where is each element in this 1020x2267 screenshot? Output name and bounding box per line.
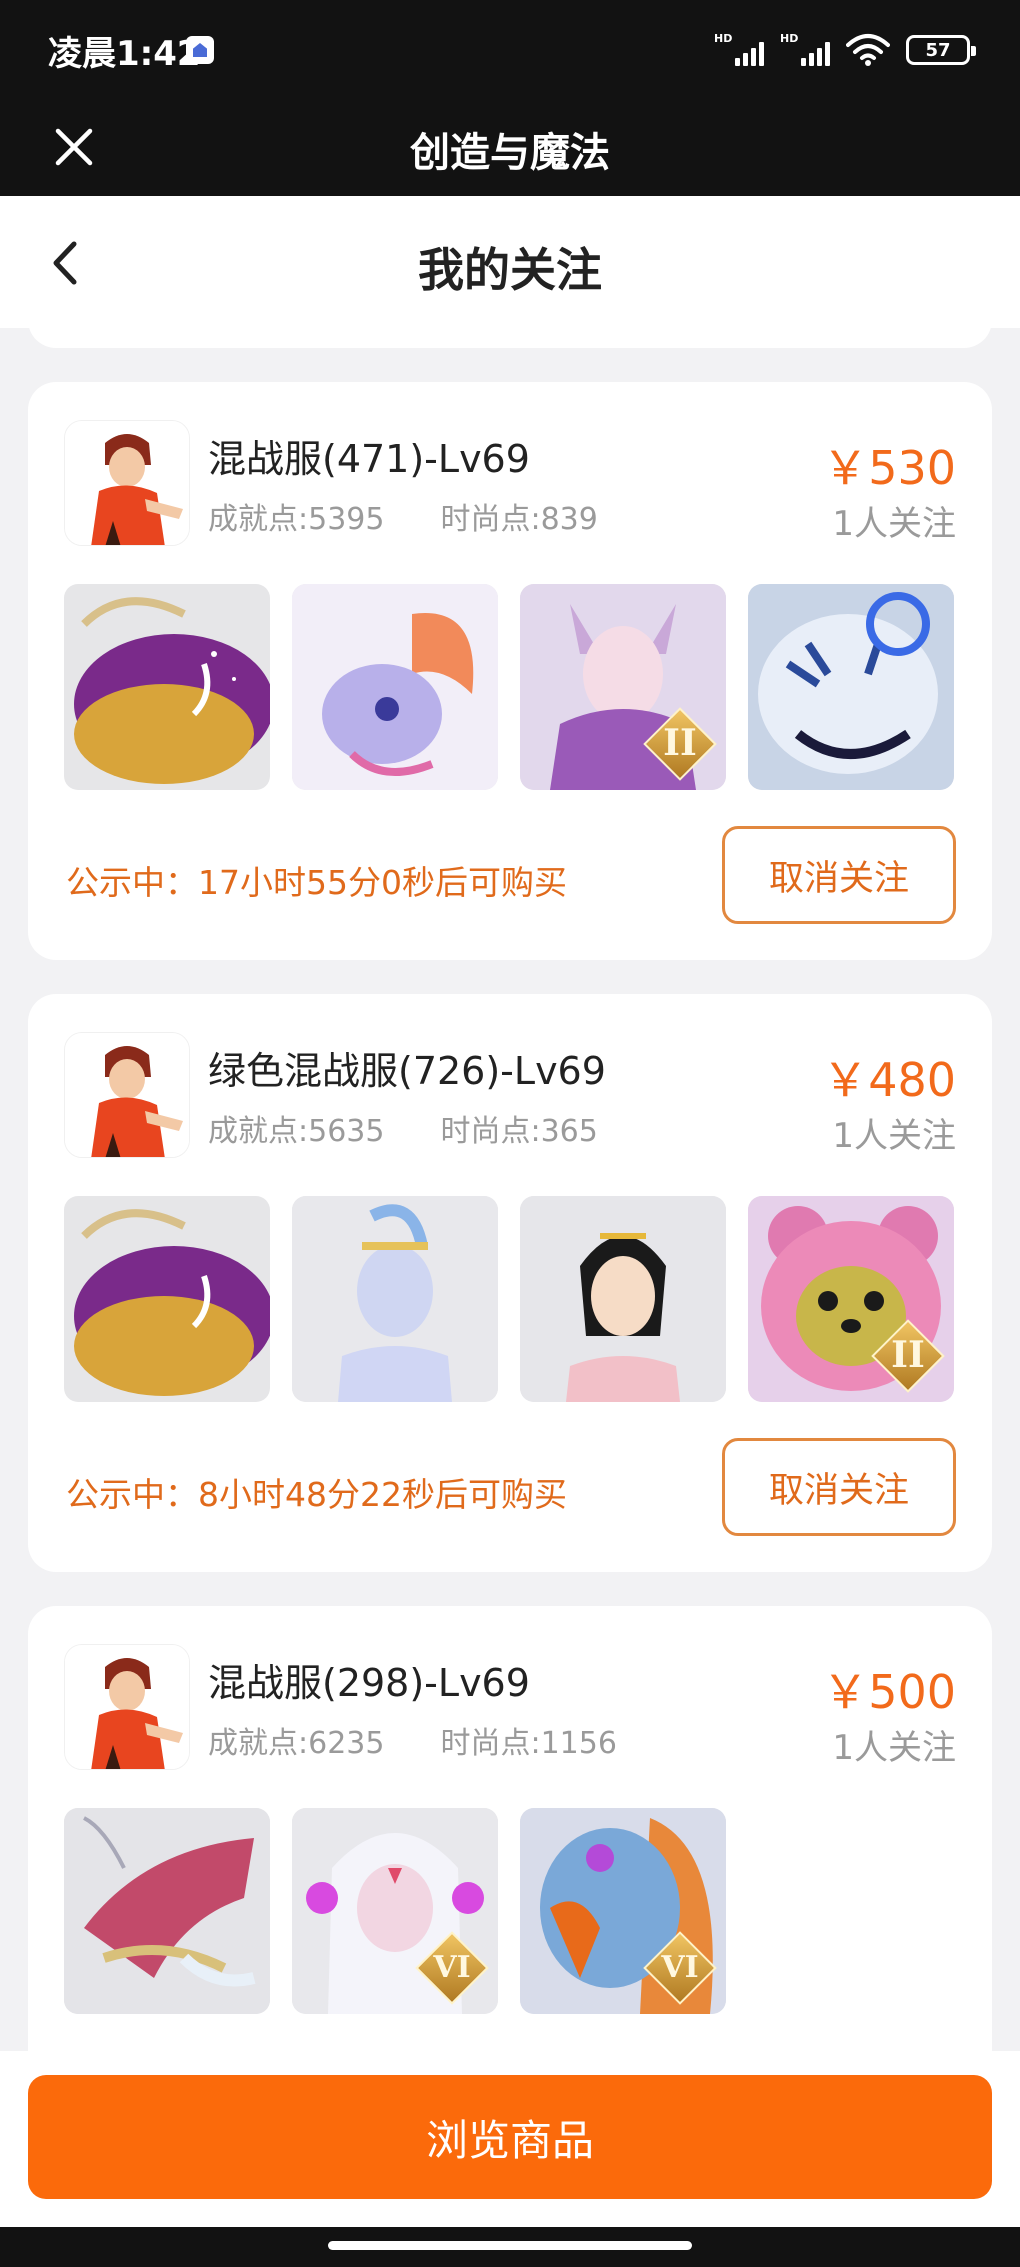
fashion-points: 时尚点:365 (440, 1114, 598, 1149)
wifi-icon (846, 34, 890, 66)
price: ￥480 (822, 1053, 956, 1107)
white-tiger-icon[interactable] (748, 584, 954, 790)
unfollow-button[interactable]: 取消关注 (722, 826, 956, 924)
fashion-points: 时尚点:1156 (440, 1726, 617, 1761)
list-item[interactable]: 混战服(298)-Lv69 成就点:6235 时尚点:1156 ￥500 1人关注 (28, 1606, 992, 2051)
page-title: 我的关注 (418, 243, 602, 297)
avatar (64, 1644, 190, 1770)
app-title-bar: 创造与魔法 (0, 98, 1020, 196)
stats: 成就点:5395 时尚点:839 (208, 494, 598, 538)
status-time: 凌晨1:42 (48, 34, 201, 74)
ancient-lady-icon[interactable] (520, 1196, 726, 1402)
whale-mount-icon[interactable] (64, 584, 270, 790)
dragon-pet-icon[interactable] (292, 584, 498, 790)
avatar (64, 1032, 190, 1158)
white-spirit-icon[interactable]: VI (292, 1808, 498, 2014)
status-icons: HD HD 57 (714, 30, 976, 70)
list-item[interactable]: 绿色混战服(726)-Lv69 成就点:5635 时尚点:365 ￥480 1人关… (28, 994, 992, 1572)
fashion-points: 时尚点:839 (440, 502, 598, 537)
stats: 成就点:5635 时尚点:365 (208, 1106, 598, 1150)
hd-label: HD (714, 32, 733, 45)
unfollow-button[interactable]: 取消关注 (722, 1438, 956, 1536)
phoenix-bird-icon[interactable]: VI (520, 1808, 726, 2014)
rank-badge: VI (643, 1931, 717, 2005)
follow-count: 1人关注 (832, 1728, 956, 1768)
system-nav-bar (0, 2227, 1020, 2267)
item-thumbnails: VI VI (64, 1808, 726, 2014)
signal-icon-2: HD (780, 32, 830, 68)
followed-list[interactable]: 混战服(471)-Lv69 成就点:5395 时尚点:839 ￥530 1人关注 (0, 196, 1020, 2051)
avatar (64, 420, 190, 546)
item-thumbnails: II (64, 1196, 954, 1402)
page-header: 我的关注 (0, 196, 1020, 328)
battery-icon: 57 (906, 35, 976, 65)
server-name: 混战服(298)-Lv69 (208, 1661, 530, 1705)
home-gesture-handle[interactable] (328, 2241, 692, 2250)
battery-level: 57 (925, 39, 951, 61)
whale-mount-icon[interactable] (64, 1196, 270, 1402)
achievement-points: 成就点:6235 (208, 1726, 385, 1761)
achievement-points: 成就点:5395 (208, 502, 385, 537)
rank-badge: VI (415, 1931, 489, 2005)
bottom-bar: 浏览商品 (0, 2051, 1020, 2227)
pink-bear-icon[interactable]: II (748, 1196, 954, 1402)
list-item[interactable]: 混战服(471)-Lv69 成就点:5395 时尚点:839 ￥530 1人关注 (28, 382, 992, 960)
follow-count: 1人关注 (832, 1116, 956, 1156)
server-name: 混战服(471)-Lv69 (208, 437, 530, 481)
rank-badge: II (871, 1319, 945, 1393)
publicity-notice: 公示中：17小时55分0秒后可购买 (66, 863, 567, 902)
hd-label-2: HD (780, 32, 799, 45)
fox-girl-icon[interactable]: II (520, 584, 726, 790)
home-notification-icon (186, 36, 214, 64)
price: ￥500 (822, 1665, 956, 1719)
follow-count: 1人关注 (832, 504, 956, 544)
status-bar: 凌晨1:42 HD HD 57 (0, 0, 1020, 98)
publicity-notice: 公示中：8小时48分22秒后可购买 (66, 1475, 567, 1514)
server-name: 绿色混战服(726)-Lv69 (208, 1049, 606, 1093)
item-thumbnails: II (64, 584, 954, 790)
signal-icon: HD (714, 32, 764, 68)
achievement-points: 成就点:5635 (208, 1114, 385, 1149)
price: ￥530 (822, 441, 956, 495)
rank-badge: II (643, 707, 717, 781)
pink-dragon-icon[interactable] (64, 1808, 270, 2014)
app-title: 创造与魔法 (410, 130, 610, 176)
browse-products-button[interactable]: 浏览商品 (28, 2075, 992, 2199)
blue-fairy-icon[interactable] (292, 1196, 498, 1402)
stats: 成就点:6235 时尚点:1156 (208, 1718, 617, 1762)
